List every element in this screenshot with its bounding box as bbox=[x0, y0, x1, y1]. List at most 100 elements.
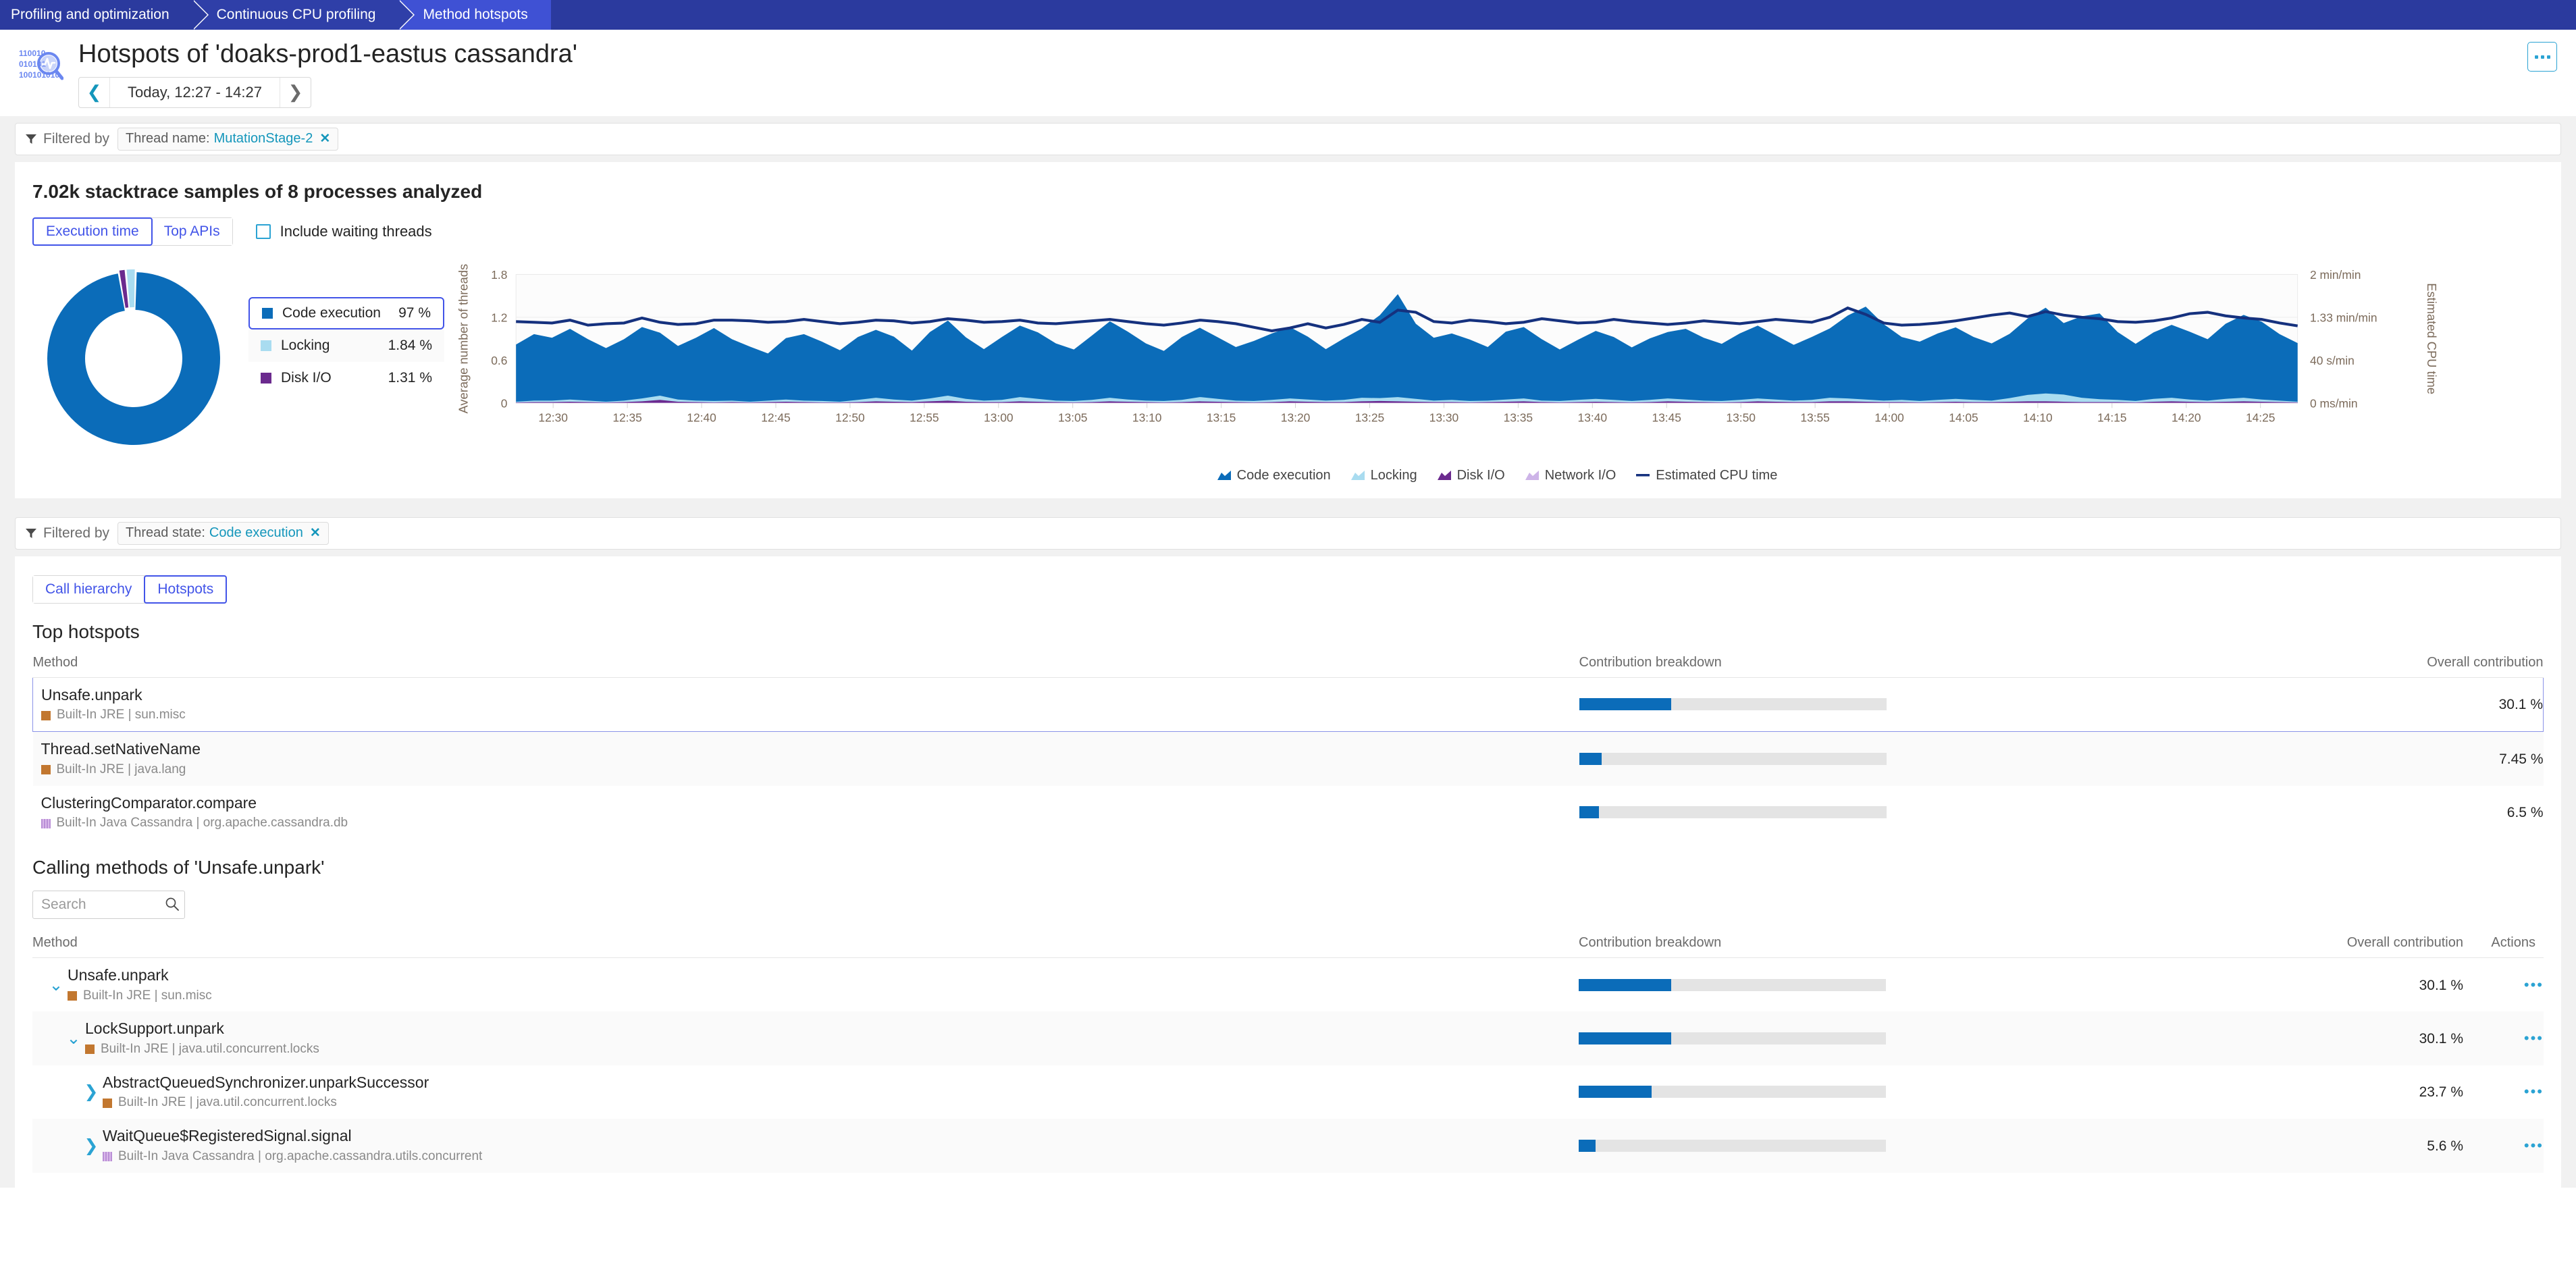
donut-legend: Code execution 97 % Locking 1.84 % Disk … bbox=[248, 296, 444, 394]
origin-label: Built-In JRE | java.lang bbox=[56, 762, 186, 776]
chevron-right-icon[interactable]: ❯ bbox=[80, 1082, 103, 1102]
x-axis-tick: 13:35 bbox=[1504, 411, 1533, 424]
search-icon[interactable] bbox=[165, 897, 180, 916]
legend-swatch bbox=[262, 307, 273, 319]
breadcrumb-item-profiling[interactable]: Profiling and optimization bbox=[0, 0, 209, 30]
chevron-left-icon[interactable]: ❮ bbox=[79, 77, 110, 107]
row-actions-icon[interactable]: ••• bbox=[2463, 957, 2544, 1011]
contribution-bar-track bbox=[1579, 698, 1887, 711]
method-origin: Built-In Java Cassandra | org.apache.cas… bbox=[41, 816, 1579, 831]
cell-method: Unsafe.unpark Built-In JRE | sun.misc bbox=[32, 677, 1579, 733]
method-name: Unsafe.unpark bbox=[68, 965, 169, 984]
tab-call-hierarchy[interactable]: Call hierarchy bbox=[33, 575, 145, 603]
time-range-selector[interactable]: ❮ Today, 12:27 - 14:27 ❯ bbox=[78, 76, 311, 108]
contribution-bar-track bbox=[1579, 1032, 1886, 1045]
x-axis-tick: 12:35 bbox=[612, 411, 642, 424]
chart-legend-disk-io[interactable]: Disk I/O bbox=[1437, 468, 1505, 483]
chevron-down-icon[interactable]: ⌄ bbox=[45, 975, 68, 995]
breadcrumb-label: Profiling and optimization bbox=[11, 7, 169, 22]
row-actions-icon[interactable]: ••• bbox=[2463, 1119, 2544, 1173]
column-header-actions: Actions bbox=[2463, 934, 2544, 958]
chart-legend-network-io[interactable]: Network I/O bbox=[1525, 468, 1616, 483]
cell-overall: 5.6 % bbox=[2315, 1119, 2463, 1173]
cell-method: Thread.setNativeName Built-In JRE | java… bbox=[32, 731, 1579, 786]
breadcrumb-item-continuous-cpu-profiling[interactable]: Continuous CPU profiling bbox=[192, 0, 415, 30]
x-axis-tick: 13:55 bbox=[1800, 411, 1830, 424]
y2-axis-tick: 1.33 min/min bbox=[2310, 311, 2377, 324]
search-input[interactable] bbox=[32, 890, 185, 919]
origin-swatch bbox=[68, 990, 77, 1001]
area-mark-icon bbox=[1525, 471, 1539, 481]
x-axis-tick: 13:00 bbox=[984, 411, 1014, 424]
table-row[interactable]: ❯ AbstractQueuedSynchronizer.unparkSucce… bbox=[32, 1065, 2544, 1119]
chart-legend-code-execution[interactable]: Code execution bbox=[1217, 468, 1331, 483]
table-row[interactable]: ClusteringComparator.compare Built-In Ja… bbox=[33, 786, 2544, 839]
y2-axis-tick: 2 min/min bbox=[2310, 268, 2361, 282]
table-row[interactable]: ❯ WaitQueue$RegisteredSignal.signal Buil… bbox=[32, 1119, 2544, 1173]
chart-legend-estimated-cpu-time[interactable]: Estimated CPU time bbox=[1636, 468, 1777, 483]
row-actions-icon[interactable]: ••• bbox=[2463, 1011, 2544, 1065]
timeseries-svg: 0 0.6 1.2 1.8 0 ms/min 40 s/min 1.33 min/min 2 … bbox=[456, 264, 2439, 425]
origin-label: Built-In JRE | java.util.concurrent.lock… bbox=[118, 1095, 337, 1110]
close-icon[interactable]: ✕ bbox=[310, 525, 321, 541]
close-icon[interactable]: ✕ bbox=[319, 131, 330, 147]
column-header-method: Method bbox=[32, 934, 1579, 958]
origin-swatch bbox=[41, 765, 51, 775]
include-waiting-threads-checkbox[interactable]: Include waiting threads bbox=[255, 223, 432, 240]
table-row[interactable]: Unsafe.unpark Built-In JRE | sun.misc 30… bbox=[32, 677, 2544, 733]
x-axis-tick: 14:05 bbox=[1949, 411, 1978, 424]
x-axis-tick: 14:25 bbox=[2246, 411, 2276, 424]
donut-segment[interactable] bbox=[126, 269, 135, 308]
checkbox-box[interactable] bbox=[255, 223, 271, 239]
filter-chip-thread-name[interactable]: Thread name: MutationStage-2 ✕ bbox=[117, 127, 339, 151]
table-header-row: Method Contribution breakdown Overall co… bbox=[32, 934, 2544, 958]
cell-method: ❯ WaitQueue$RegisteredSignal.signal Buil… bbox=[32, 1119, 1579, 1173]
legend-item-code-execution[interactable]: Code execution 97 % bbox=[248, 296, 444, 329]
tab-hotspots[interactable]: Hotspots bbox=[144, 575, 228, 604]
funnel-icon bbox=[25, 133, 37, 145]
top-hotspots-title: Top hotspots bbox=[32, 620, 140, 642]
contribution-bar-track bbox=[1579, 752, 1887, 765]
chart-legend-locking[interactable]: Locking bbox=[1350, 468, 1417, 483]
legend-label: Locking bbox=[281, 337, 330, 353]
filter-chip-thread-state[interactable]: Thread state: Code execution ✕ bbox=[117, 521, 329, 545]
legend-item-locking[interactable]: Locking 1.84 % bbox=[248, 329, 444, 362]
cell-breakdown bbox=[1579, 1011, 2315, 1065]
chevron-down-icon[interactable]: ⌄ bbox=[62, 1028, 85, 1049]
cell-overall: 30.1 % bbox=[2315, 957, 2463, 1011]
column-header-breakdown: Contribution breakdown bbox=[1579, 934, 2315, 958]
tab-label: Execution time bbox=[46, 223, 139, 239]
cell-breakdown bbox=[1579, 1065, 2315, 1119]
thread-timeseries-chart[interactable]: 0 0.6 1.2 1.8 0 ms/min 40 s/min 1.33 min/min 2 … bbox=[444, 261, 2544, 483]
x-axis-tick: 13:20 bbox=[1281, 411, 1311, 424]
thread-state-donut-chart[interactable] bbox=[32, 261, 235, 450]
column-header-overall: Overall contribution bbox=[2315, 654, 2544, 678]
tab-execution-time[interactable]: Execution time bbox=[32, 217, 153, 246]
breadcrumb-item-method-hotspots[interactable]: Method hotspots bbox=[398, 0, 551, 30]
method-origin: Built-In Java Cassandra | org.apache.cas… bbox=[103, 1149, 482, 1165]
table-row[interactable]: ⌄ Unsafe.unpark Built-In JRE | sun.misc … bbox=[32, 957, 2544, 1011]
tab-top-apis[interactable]: Top APIs bbox=[151, 217, 232, 245]
breadcrumb-label: Method hotspots bbox=[423, 7, 528, 22]
analysis-section: Call hierarchy Hotspots Top hotspots Met… bbox=[0, 556, 2576, 1188]
more-options-icon[interactable] bbox=[2527, 42, 2557, 72]
cell-method: ClusteringComparator.compare Built-In Ja… bbox=[33, 786, 1579, 839]
calling-methods-table: Method Contribution breakdown Overall co… bbox=[32, 934, 2544, 1173]
x-axis-tick: 13:15 bbox=[1207, 411, 1236, 424]
chevron-right-icon[interactable]: ❯ bbox=[80, 1136, 103, 1156]
legend-item-disk-io[interactable]: Disk I/O 1.31 % bbox=[248, 362, 444, 394]
search-box[interactable] bbox=[32, 890, 185, 919]
row-actions-icon[interactable]: ••• bbox=[2463, 1065, 2544, 1119]
y-axis-tick: 1.2 bbox=[491, 311, 507, 324]
metric-tab-group: Execution time Top APIs bbox=[32, 217, 233, 246]
dot bbox=[2534, 55, 2538, 59]
chevron-right-icon[interactable]: ❯ bbox=[279, 77, 311, 107]
legend-swatch bbox=[261, 340, 271, 351]
table-row[interactable]: ⌄ LockSupport.unpark Built-In JRE | java… bbox=[32, 1011, 2544, 1065]
contribution-bar-track bbox=[1579, 1086, 1886, 1099]
contribution-bar-fill bbox=[1579, 752, 1602, 765]
x-axis-tick: 12:30 bbox=[538, 411, 568, 424]
table-row[interactable]: Thread.setNativeName Built-In JRE | java… bbox=[32, 731, 2544, 786]
y-axis-label: Average number of threads bbox=[456, 264, 471, 414]
dot bbox=[2546, 55, 2550, 59]
